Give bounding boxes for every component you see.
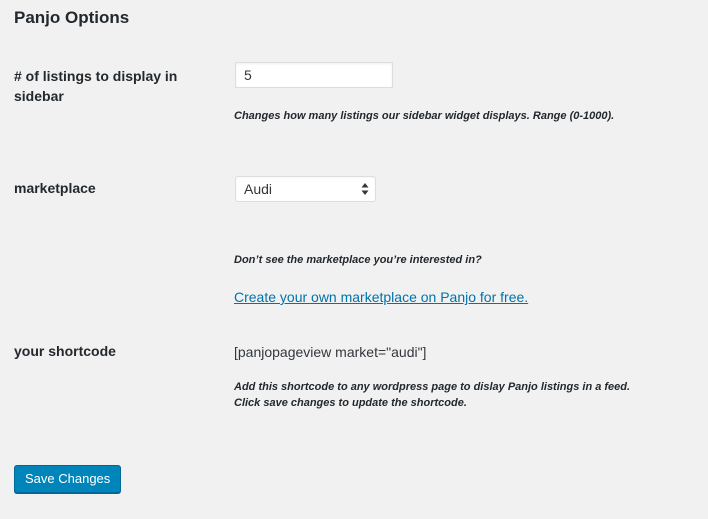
shortcode-description-line2: Click save changes to update the shortco… [234, 397, 467, 409]
save-changes-button[interactable]: Save Changes [14, 465, 122, 493]
marketplace-description: Don’t see the marketplace you’re interes… [234, 254, 482, 266]
marketplace-label: marketplace [14, 180, 96, 196]
listings-count-input[interactable] [235, 62, 393, 88]
shortcode-value: [panjopageview market="audi"] [234, 344, 427, 360]
marketplace-select[interactable]: Audi [235, 176, 376, 202]
shortcode-label: your shortcode [14, 343, 116, 359]
listings-label: # of listings to display in sidebar [14, 68, 178, 104]
page-title: Panjo Options [14, 8, 130, 27]
listings-description: Changes how many listings our sidebar wi… [234, 110, 615, 122]
create-marketplace-link[interactable]: Create your own marketplace on Panjo for… [234, 289, 528, 305]
marketplace-selected-value: Audi [244, 181, 273, 197]
select-arrows-icon [361, 183, 369, 195]
shortcode-description-line1: Add this shortcode to any wordpress page… [234, 381, 631, 393]
